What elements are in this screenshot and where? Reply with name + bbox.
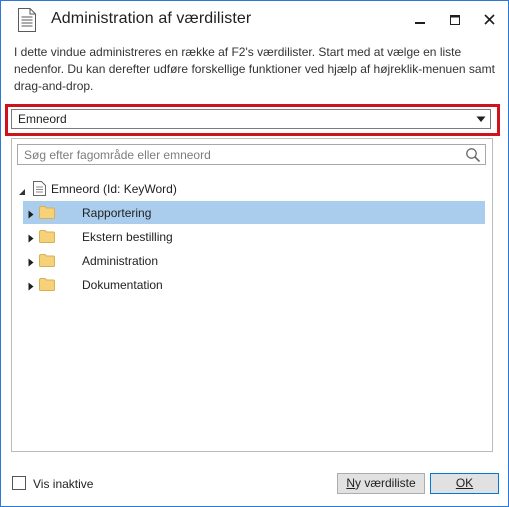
tree-item-label: Dokumentation bbox=[82, 278, 163, 292]
expand-triangle-icon[interactable] bbox=[28, 256, 34, 270]
minimize-button[interactable] bbox=[409, 10, 431, 30]
tree-item-label: Rapportering bbox=[82, 206, 152, 220]
collapse-triangle-icon[interactable] bbox=[18, 185, 26, 199]
maximize-icon bbox=[444, 15, 466, 33]
tree-item-label: Ekstern bestilling bbox=[82, 230, 173, 244]
new-list-button[interactable]: Ny værdiliste bbox=[337, 473, 425, 494]
list-selector-value: Emneord bbox=[18, 112, 67, 126]
ok-button-label: OK bbox=[455, 476, 474, 490]
show-inactive-label[interactable]: Vis inaktive bbox=[33, 477, 93, 491]
tree-root-node[interactable]: Emneord (Id: KeyWord) bbox=[17, 180, 317, 198]
expand-triangle-icon[interactable] bbox=[28, 280, 34, 294]
document-list-icon bbox=[17, 8, 37, 35]
search-input[interactable] bbox=[18, 145, 464, 164]
close-button[interactable] bbox=[479, 10, 501, 30]
minimize-icon bbox=[409, 19, 431, 33]
list-selector-dropdown[interactable]: Emneord bbox=[11, 109, 491, 129]
new-list-button-mnemonic: N bbox=[346, 476, 355, 490]
folder-icon bbox=[39, 254, 55, 270]
dialog-window: Administration af værdilister I dette vi… bbox=[0, 0, 509, 507]
tree-item-administration[interactable]: Administration bbox=[23, 249, 485, 272]
close-icon bbox=[479, 14, 501, 33]
tree-item-dokumentation[interactable]: Dokumentation bbox=[23, 273, 485, 296]
chevron-down-icon bbox=[475, 113, 487, 128]
tree-item-label: Administration bbox=[82, 254, 159, 268]
search-box[interactable] bbox=[17, 144, 486, 165]
maximize-button[interactable] bbox=[444, 10, 466, 30]
window-title: Administration af værdilister bbox=[51, 10, 252, 27]
ok-button[interactable]: OK bbox=[430, 473, 499, 494]
new-list-button-label: y værdiliste bbox=[354, 476, 416, 490]
expand-triangle-icon[interactable] bbox=[28, 232, 34, 246]
search-icon[interactable] bbox=[465, 147, 481, 166]
tree-item-rapportering[interactable]: Rapportering bbox=[23, 201, 485, 224]
tree-root-label: Emneord (Id: KeyWord) bbox=[51, 182, 177, 196]
show-inactive-checkbox[interactable] bbox=[12, 476, 26, 490]
folder-icon bbox=[39, 230, 55, 246]
document-icon bbox=[33, 181, 46, 199]
expand-triangle-icon[interactable] bbox=[28, 208, 34, 222]
title-bar[interactable]: Administration af værdilister bbox=[1, 1, 508, 39]
description-text: I dette vindue administreres en række af… bbox=[14, 45, 495, 93]
tree-item-ekstern-bestilling[interactable]: Ekstern bestilling bbox=[23, 225, 485, 248]
folder-icon bbox=[39, 206, 55, 222]
folder-icon bbox=[39, 278, 55, 294]
